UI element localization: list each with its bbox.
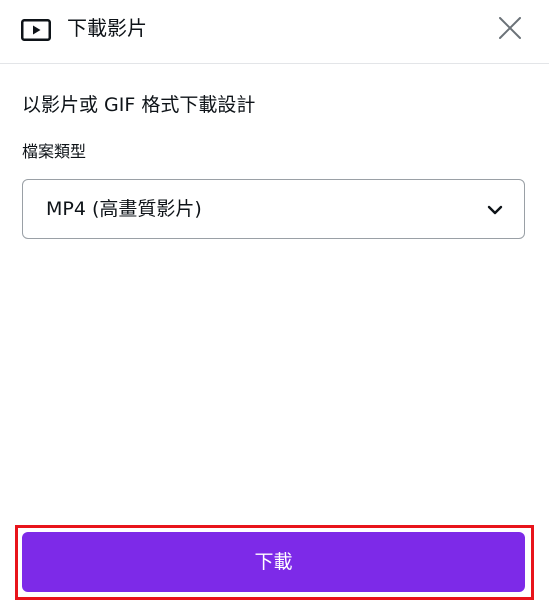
panel-header: 下載影片 [0,0,549,64]
download-button-label: 下載 [254,551,293,573]
panel-title: 下載影片 [67,16,147,40]
chevron-down-icon [486,202,504,218]
subtitle: 以影片或 GIF 格式下載設計 [22,94,256,116]
file-type-selected-value: MP4 (高畫質影片) [46,198,202,220]
video-play-icon [21,19,51,41]
file-type-select[interactable]: MP4 (高畫質影片) [22,179,525,239]
download-video-panel: 下載影片 以影片或 GIF 格式下載設計 檔案類型 MP4 (高畫質影片) 下載 [0,0,549,611]
close-button[interactable] [492,12,528,48]
close-icon [499,17,521,43]
file-type-label: 檔案類型 [22,142,87,161]
download-button[interactable]: 下載 [22,532,525,592]
